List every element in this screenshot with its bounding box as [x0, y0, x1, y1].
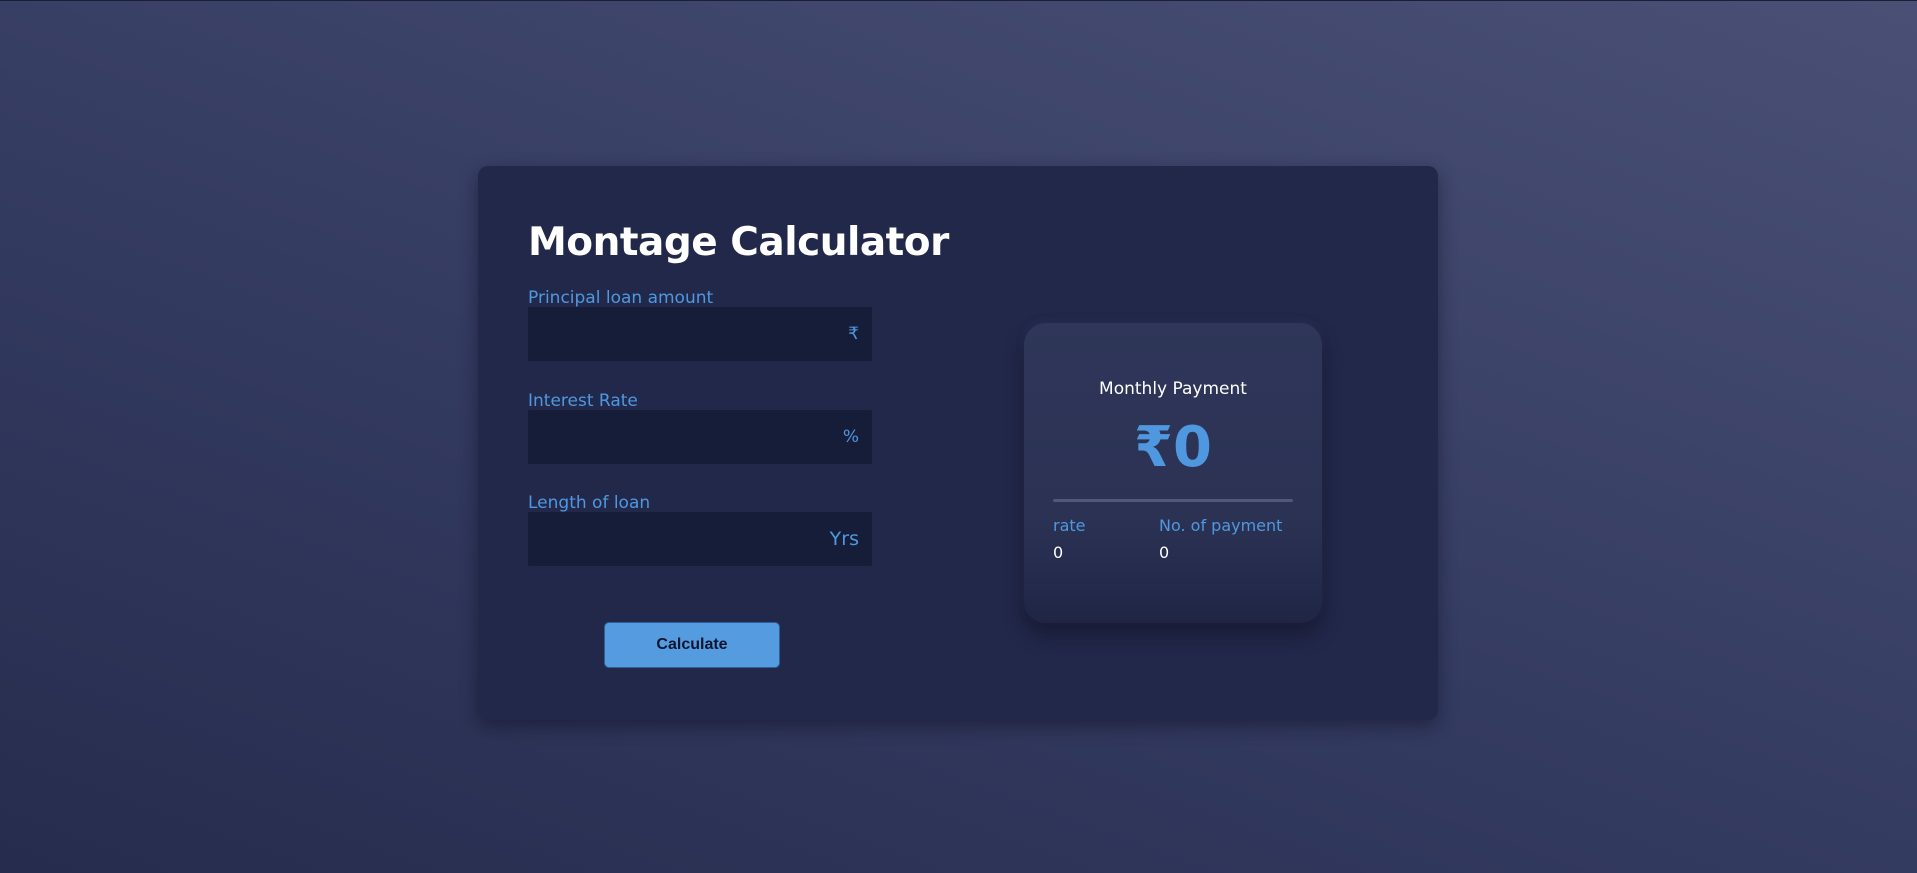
- loan-length-field: Yrs: [528, 512, 872, 566]
- rate-label: rate: [1053, 516, 1086, 535]
- loan-length-label: Length of loan: [528, 493, 651, 513]
- principal-field: ₹: [528, 307, 872, 361]
- calculate-button[interactable]: Calculate: [604, 622, 780, 668]
- result-panel: Monthly Payment ₹0 rate 0 No. of payment…: [1024, 323, 1322, 623]
- rupee-icon: ₹: [848, 324, 859, 344]
- monthly-payment-title: Monthly Payment: [1099, 379, 1247, 399]
- page-title: Montage Calculator: [528, 220, 949, 265]
- interest-rate-field: %: [528, 410, 872, 464]
- percent-icon: %: [842, 427, 859, 447]
- monthly-payment-amount: ₹0: [1134, 415, 1212, 480]
- result-divider: [1053, 499, 1293, 502]
- years-unit-label: Yrs: [829, 528, 859, 550]
- payments-label: No. of payment: [1159, 516, 1283, 535]
- loan-length-input[interactable]: [528, 512, 808, 566]
- payments-value: 0: [1159, 543, 1170, 562]
- principal-label: Principal loan amount: [528, 288, 714, 308]
- rate-value: 0: [1053, 543, 1064, 562]
- principal-input[interactable]: [528, 307, 808, 361]
- interest-rate-input[interactable]: [528, 410, 808, 464]
- calculator-card: Montage Calculator Principal loan amount…: [478, 166, 1438, 720]
- interest-rate-label: Interest Rate: [528, 391, 638, 411]
